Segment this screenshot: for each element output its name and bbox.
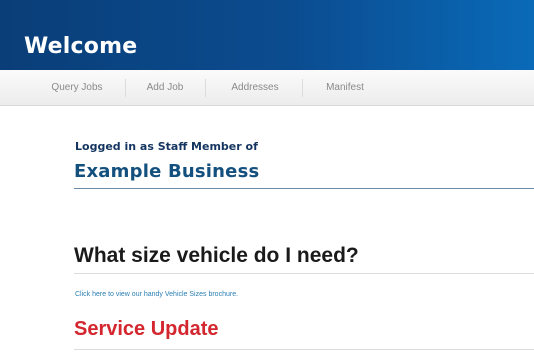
divider: [74, 273, 534, 274]
nav-divider: [302, 79, 303, 97]
nav-item-add-job[interactable]: Add Job: [134, 70, 196, 106]
vehicle-size-heading: What size vehicle do I need?: [74, 244, 359, 267]
nav-item-manifest[interactable]: Manifest: [310, 70, 380, 106]
page-title: Welcome: [24, 34, 138, 59]
nav-item-addresses[interactable]: Addresses: [215, 70, 295, 106]
business-name: Example Business: [74, 161, 260, 182]
site-header: Welcome: [0, 0, 534, 70]
main-nav: Query Jobs Add Job Addresses Manifest: [0, 70, 534, 106]
vehicle-brochure-link[interactable]: Click here to view our handy Vehicle Siz…: [75, 291, 238, 298]
nav-divider: [125, 79, 126, 97]
divider: [74, 349, 534, 350]
nav-item-query-jobs[interactable]: Query Jobs: [38, 70, 116, 106]
nav-divider: [205, 79, 206, 97]
service-update-heading: Service Update: [74, 318, 219, 340]
logged-in-label: Logged in as Staff Member of: [75, 140, 258, 153]
divider: [74, 188, 534, 189]
